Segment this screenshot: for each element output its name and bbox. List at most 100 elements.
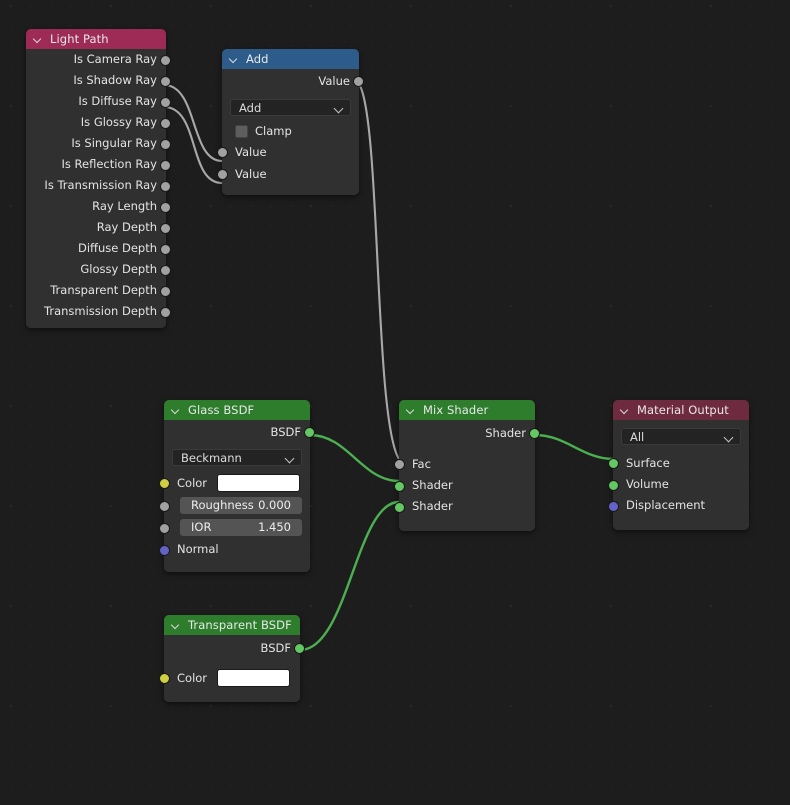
node-glass-bsdf[interactable]: Glass BSDF BSDF Beckmann Color Roughness… (159, 400, 315, 572)
output-socket-row[interactable]: Shader (399, 420, 540, 446)
output-socket-row[interactable]: Ray Length (26, 196, 171, 217)
socket-label: Value (318, 74, 350, 88)
socket-value-dot[interactable] (160, 159, 171, 171)
socket-value-dot[interactable] (159, 500, 170, 512)
collapse-chevron-icon[interactable] (621, 406, 630, 415)
normal-input-row[interactable]: Normal (159, 539, 310, 560)
node-light-path-header[interactable]: Light Path (26, 29, 166, 49)
output-socket-row[interactable]: Is Glossy Ray (26, 112, 171, 133)
output-socket-row[interactable]: Is Diffuse Ray (26, 91, 171, 112)
clamp-checkbox[interactable] (235, 124, 248, 138)
target-dropdown[interactable]: All (621, 428, 741, 445)
collapse-chevron-icon[interactable] (230, 55, 239, 64)
input-socket-row-shader2[interactable]: Shader (394, 496, 535, 517)
socket-vector-dot[interactable] (608, 500, 619, 512)
color-input-row[interactable]: Color (159, 667, 300, 688)
output-socket-row[interactable]: Is Shadow Ray (26, 70, 171, 91)
ior-value-field[interactable]: IOR 1.450 (180, 519, 302, 536)
collapse-chevron-icon[interactable] (34, 35, 43, 44)
output-socket-row[interactable]: Is Reflection Ray (26, 154, 171, 175)
input-socket-row-volume[interactable]: Volume (608, 474, 749, 495)
output-socket-row[interactable]: Value (222, 69, 364, 93)
input-socket-row-surface[interactable]: Surface (608, 452, 749, 474)
socket-shader-dot[interactable] (394, 480, 405, 492)
node-editor-canvas[interactable]: Light Path Is Camera Ray Is Shadow Ray I… (0, 0, 790, 805)
output-socket-row[interactable]: BSDF (164, 420, 315, 444)
operation-dropdown[interactable]: Add (230, 99, 351, 116)
collapse-chevron-icon[interactable] (407, 406, 416, 415)
output-socket-row[interactable]: Is Transmission Ray (26, 175, 171, 196)
socket-color-dot[interactable] (159, 672, 170, 684)
input-socket-row[interactable]: Value (217, 163, 359, 185)
distribution-dropdown[interactable]: Beckmann (172, 449, 302, 466)
output-socket-row[interactable]: Is Camera Ray (26, 49, 171, 70)
roughness-field-row[interactable]: Roughness 0.000 (159, 495, 310, 516)
clamp-checkbox-row[interactable]: Clamp (222, 121, 359, 141)
node-material-output-header[interactable]: Material Output (613, 400, 749, 420)
ior-value: 1.450 (258, 520, 291, 534)
socket-value-dot[interactable] (353, 76, 364, 87)
ior-label: IOR (191, 520, 212, 534)
node-mix-shader[interactable]: Mix Shader Shader Fac Shader Shader (394, 400, 540, 531)
socket-value-dot[interactable] (160, 306, 171, 318)
target-dropdown-value: All (630, 430, 645, 444)
node-title: Light Path (50, 32, 109, 46)
socket-value-dot[interactable] (160, 138, 171, 150)
socket-vector-dot[interactable] (159, 544, 170, 556)
socket-value-dot[interactable] (160, 201, 171, 213)
node-transparent-bsdf[interactable]: Transparent BSDF BSDF Color (159, 615, 305, 702)
node-glass-bsdf-header[interactable]: Glass BSDF (164, 400, 310, 420)
node-mix-shader-header[interactable]: Mix Shader (399, 400, 535, 420)
socket-value-dot[interactable] (160, 264, 171, 276)
node-light-path[interactable]: Light Path Is Camera Ray Is Shadow Ray I… (26, 29, 171, 328)
node-glass-bsdf-body: BSDF Beckmann Color Roughness 0.000 IOR … (159, 420, 315, 572)
socket-shader-dot[interactable] (294, 643, 305, 654)
color-swatch[interactable] (217, 668, 290, 687)
socket-value-dot[interactable] (217, 169, 228, 180)
socket-label: Is Diffuse Ray (78, 94, 157, 108)
output-socket-row[interactable]: BSDF (164, 635, 305, 661)
node-transparent-bsdf-header[interactable]: Transparent BSDF (164, 615, 300, 635)
node-material-output[interactable]: Material Output All Surface Volume Displ… (608, 400, 749, 530)
output-socket-row[interactable]: Diffuse Depth (26, 238, 171, 259)
chevron-down-icon (333, 103, 344, 114)
socket-value-dot[interactable] (217, 147, 228, 158)
socket-shader-dot[interactable] (529, 428, 540, 439)
socket-value-dot[interactable] (160, 180, 171, 192)
ior-field-row[interactable]: IOR 1.450 (159, 517, 310, 538)
socket-shader-dot[interactable] (394, 501, 405, 513)
output-socket-row[interactable]: Transmission Depth (26, 301, 171, 322)
input-socket-row-shader1[interactable]: Shader (394, 475, 535, 496)
output-socket-row[interactable]: Glossy Depth (26, 259, 171, 280)
output-socket-row[interactable]: Ray Depth (26, 217, 171, 238)
socket-shader-dot[interactable] (608, 458, 619, 469)
roughness-label: Roughness (191, 498, 254, 512)
socket-value-dot[interactable] (160, 243, 171, 255)
socket-value-dot[interactable] (160, 222, 171, 234)
socket-value-dot[interactable] (160, 54, 171, 66)
output-socket-row[interactable]: Is Singular Ray (26, 133, 171, 154)
socket-value-dot[interactable] (160, 96, 171, 108)
socket-value-dot[interactable] (159, 522, 170, 534)
node-add-math[interactable]: Add Value Add Clamp Value Value (217, 49, 364, 195)
collapse-chevron-icon[interactable] (172, 406, 181, 415)
color-swatch[interactable] (217, 473, 300, 492)
socket-value-dot[interactable] (160, 285, 171, 297)
input-socket-row-displacement[interactable]: Displacement (608, 495, 749, 516)
output-socket-row[interactable]: Transparent Depth (26, 280, 171, 301)
collapse-chevron-icon[interactable] (172, 621, 181, 630)
socket-shader-dot[interactable] (608, 479, 619, 491)
link-mixshader-to-materialoutput-surface (534, 433, 614, 461)
input-socket-row-fac[interactable]: Fac (394, 453, 535, 475)
socket-value-dot[interactable] (394, 459, 405, 470)
socket-color-dot[interactable] (159, 477, 170, 489)
socket-value-dot[interactable] (160, 117, 171, 129)
node-add-header[interactable]: Add (222, 49, 359, 69)
color-input-row[interactable]: Color (159, 472, 310, 493)
roughness-value-field[interactable]: Roughness 0.000 (180, 497, 302, 514)
socket-shader-dot[interactable] (304, 427, 315, 438)
input-socket-row[interactable]: Value (217, 141, 359, 163)
socket-label: BSDF (260, 641, 291, 655)
socket-value-dot[interactable] (160, 75, 171, 87)
socket-label: Fac (412, 457, 431, 471)
